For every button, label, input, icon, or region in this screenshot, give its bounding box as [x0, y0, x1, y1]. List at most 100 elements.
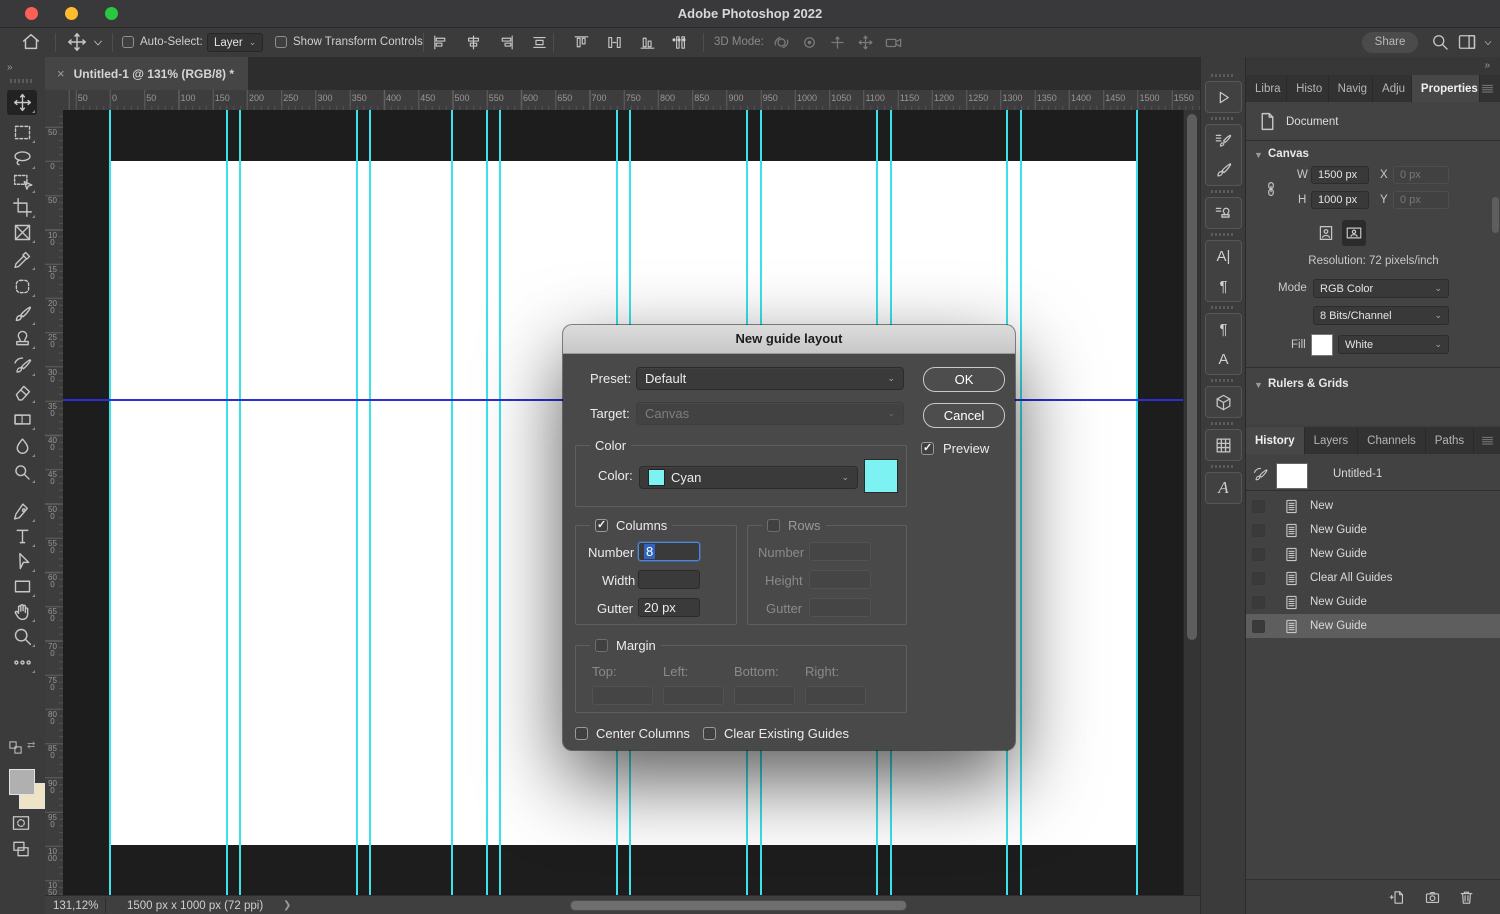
new-snapshot-icon[interactable]	[1424, 889, 1441, 906]
panel-group-grip[interactable]	[1211, 190, 1235, 193]
vertical-guide[interactable]	[1136, 110, 1138, 895]
rulers-grids-section-header[interactable]: Rulers & Grids	[1268, 378, 1349, 390]
3d-camera-icon[interactable]	[884, 33, 903, 52]
vertical-guide[interactable]	[239, 110, 241, 895]
history-source-well[interactable]	[1252, 620, 1265, 633]
eraser-tool[interactable]	[7, 380, 37, 405]
align-right-icon[interactable]	[498, 34, 515, 51]
vertical-scrollbar[interactable]	[1183, 110, 1201, 895]
panel-tab-paths[interactable]: Paths	[1426, 427, 1474, 454]
rows-checkbox[interactable]	[767, 519, 780, 532]
close-tab-icon[interactable]: ×	[57, 66, 65, 81]
frame-tool[interactable]	[7, 220, 37, 245]
panel-group-grip[interactable]	[1211, 233, 1235, 236]
align-bottom-icon[interactable]	[639, 34, 656, 51]
3d-roll-icon[interactable]	[800, 33, 819, 52]
vertical-guide[interactable]	[109, 110, 111, 895]
columns-gutter-input[interactable]: 20 px	[638, 598, 700, 617]
history-source-well[interactable]	[1252, 548, 1265, 561]
panel-group-grip[interactable]	[1211, 74, 1235, 77]
blur-tool[interactable]	[7, 434, 37, 459]
mini-swatches-icon[interactable]	[8, 740, 23, 755]
chevron-down-icon[interactable]	[1483, 38, 1493, 48]
horizontal-scrollbar-thumb[interactable]	[570, 900, 907, 911]
lasso-tool[interactable]	[7, 146, 37, 171]
vertical-guide[interactable]	[499, 110, 501, 895]
3d-orbit-icon[interactable]	[772, 33, 791, 52]
brushes-panel-icon[interactable]	[1206, 155, 1241, 185]
history-state-row[interactable]: New Guide	[1246, 518, 1500, 542]
clone-stamp-tool[interactable]	[7, 326, 37, 351]
vertical-ruler[interactable]: 5005010015020025030035040045050055060065…	[45, 110, 64, 895]
landscape-orientation-button[interactable]	[1342, 220, 1366, 246]
link-dimensions-icon[interactable]	[1262, 180, 1280, 198]
vertical-guide[interactable]	[369, 110, 371, 895]
character-panel-icon[interactable]: A|	[1206, 241, 1241, 271]
fill-color-swatch[interactable]	[1311, 334, 1333, 356]
ruler-corner[interactable]	[45, 90, 64, 111]
preset-dropdown[interactable]: Default⌄	[636, 367, 904, 390]
guide-color-dropdown[interactable]: Cyan ⌄	[639, 466, 858, 489]
ellipsis-tool[interactable]	[7, 650, 37, 675]
actions-panel-icon[interactable]	[1206, 82, 1241, 112]
history-state-row[interactable]: Clear All Guides	[1246, 566, 1500, 590]
distribute-h-icon[interactable]	[606, 34, 623, 51]
crop-tool[interactable]	[7, 195, 37, 220]
move-tool[interactable]	[7, 90, 37, 115]
pen-tool[interactable]	[7, 499, 37, 524]
dialog-title[interactable]: New guide layout	[563, 325, 1015, 354]
cancel-button[interactable]: Cancel	[923, 403, 1005, 428]
columns-checkbox[interactable]	[595, 519, 608, 532]
history-source-well[interactable]	[1252, 524, 1265, 537]
object-select-tool[interactable]	[7, 170, 37, 195]
clear-existing-guides-checkbox[interactable]	[703, 727, 716, 740]
rectangle-tool[interactable]	[7, 574, 37, 599]
brush-settings-panel-icon[interactable]	[1206, 125, 1241, 155]
glyphs-panel-icon[interactable]: A	[1206, 473, 1241, 503]
vertical-guide[interactable]	[486, 110, 488, 895]
guide-color-swatch[interactable]	[864, 459, 898, 493]
auto-select-checkbox[interactable]	[122, 36, 134, 48]
distribute-centers-icon[interactable]	[531, 34, 548, 51]
paragraph-panel-icon[interactable]: ¶	[1206, 271, 1241, 301]
panel-group-grip[interactable]	[1211, 422, 1235, 425]
color-mode-dropdown[interactable]: RGB Color⌄	[1313, 279, 1449, 298]
panel-tab-libra[interactable]: Libra	[1246, 75, 1287, 102]
panel-scrollbar-thumb[interactable]	[1492, 197, 1499, 233]
panel-tab-properties[interactable]: Properties	[1412, 75, 1480, 102]
new-document-from-state-icon[interactable]	[1389, 889, 1406, 906]
canvas-height-input[interactable]: 1000 px	[1311, 191, 1369, 209]
brush-tool[interactable]	[7, 302, 37, 327]
delete-state-icon[interactable]	[1458, 889, 1475, 906]
vertical-scrollbar-thumb[interactable]	[1187, 114, 1197, 640]
panel-group-grip[interactable]	[1211, 117, 1235, 120]
margin-checkbox[interactable]	[595, 639, 608, 652]
workspace-icon[interactable]	[1457, 32, 1477, 52]
vertical-guide[interactable]	[1020, 110, 1022, 895]
panel-tab-channels[interactable]: Channels	[1358, 427, 1426, 454]
gradient-tool[interactable]	[7, 407, 37, 432]
canvas-width-input[interactable]: 1500 px	[1311, 166, 1369, 184]
hand-tool[interactable]	[7, 599, 37, 624]
panel-menu-icon[interactable]	[1480, 427, 1500, 454]
tools-grip[interactable]	[10, 79, 34, 83]
clone-source-panel-icon[interactable]	[1206, 198, 1241, 228]
chevron-down-icon[interactable]	[92, 37, 104, 49]
canvas-collapse-icon[interactable]: ▼	[1254, 150, 1263, 160]
vertical-guide[interactable]	[356, 110, 358, 895]
share-button[interactable]: Share	[1362, 32, 1418, 53]
show-transform-checkbox[interactable]	[275, 36, 287, 48]
history-state-row[interactable]: New Guide	[1246, 542, 1500, 566]
3d-slide-icon[interactable]	[856, 33, 875, 52]
columns-width-input[interactable]	[638, 570, 700, 589]
marquee-tool[interactable]	[7, 120, 37, 145]
3d-pan-icon[interactable]	[828, 33, 847, 52]
panel-tab-adju[interactable]: Adju	[1373, 75, 1412, 102]
type-tool[interactable]	[7, 524, 37, 549]
history-state-row[interactable]: New	[1246, 494, 1500, 518]
screen-mode-icon[interactable]	[11, 839, 31, 859]
swap-colors-icon[interactable]: ⇄	[27, 740, 35, 751]
eyedropper-tool[interactable]	[7, 247, 37, 272]
history-source-well[interactable]	[1252, 500, 1265, 513]
panel-group-grip[interactable]	[1211, 306, 1235, 309]
